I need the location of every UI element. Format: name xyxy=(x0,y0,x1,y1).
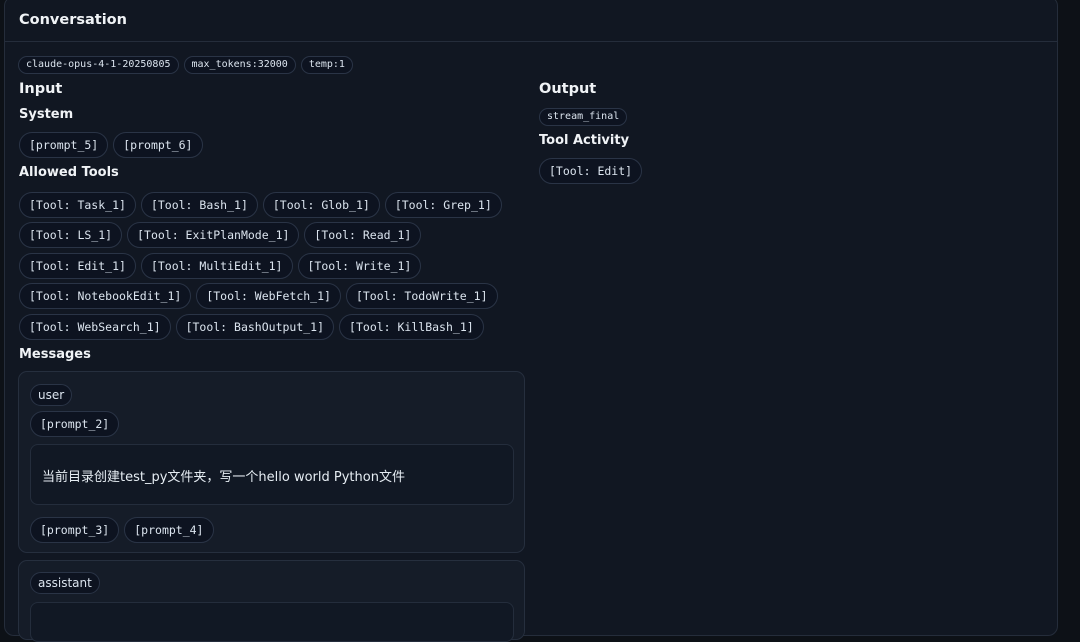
system-prompt-chip[interactable]: [prompt_5] xyxy=(19,132,109,158)
tool-chip-glob[interactable]: [Tool: Glob_1] xyxy=(262,192,380,218)
message-prompt-chip[interactable]: [prompt_4] xyxy=(124,517,214,543)
tools-row: [Tool: NotebookEdit_1] [Tool: WebFetch_1… xyxy=(19,283,498,309)
max-tokens-tag: max_tokens:32000 xyxy=(183,56,296,74)
model-tag: claude-opus-4-1-20250805 xyxy=(18,56,179,74)
message-card-user: user [prompt_2] 当前目录创建test_py文件夹，写一个hell… xyxy=(18,371,525,553)
tools-row: [Tool: Task_1] [Tool: Bash_1] [Tool: Glo… xyxy=(19,192,502,218)
allowed-tools-heading: Allowed Tools xyxy=(19,165,119,180)
system-heading: System xyxy=(19,107,74,122)
tool-chip-notebookedit[interactable]: [Tool: NotebookEdit_1] xyxy=(19,283,192,309)
tools-row: [Tool: WebSearch_1] [Tool: BashOutput_1]… xyxy=(19,314,484,340)
message-card-assistant: assistant xyxy=(18,560,525,642)
tool-chip-exitplanmode[interactable]: [Tool: ExitPlanMode_1] xyxy=(127,222,300,248)
input-heading: Input xyxy=(19,81,63,97)
message-text: 当前目录创建test_py文件夹，写一个hello world Python文件 xyxy=(42,470,405,485)
tool-chip-read[interactable]: [Tool: Read_1] xyxy=(304,222,422,248)
messages-heading: Messages xyxy=(19,347,91,362)
output-heading: Output xyxy=(539,81,597,97)
panel-title: Conversation xyxy=(19,12,127,28)
message-text-box xyxy=(30,602,514,642)
tool-activity-heading: Tool Activity xyxy=(539,133,630,148)
meta-tags: claude-opus-4-1-20250805 max_tokens:3200… xyxy=(18,56,353,74)
role-badge: assistant xyxy=(30,572,100,594)
tool-chip-multiedit[interactable]: [Tool: MultiEdit_1] xyxy=(140,253,293,279)
tool-chip-bash[interactable]: [Tool: Bash_1] xyxy=(140,192,258,218)
tool-chip-task[interactable]: [Tool: Task_1] xyxy=(19,192,136,218)
tool-chip-ls[interactable]: [Tool: LS_1] xyxy=(19,222,123,248)
system-prompts: [prompt_5] [prompt_6] xyxy=(19,132,203,158)
panel-header: Conversation xyxy=(5,0,1057,42)
role-badge: user xyxy=(30,384,73,406)
message-text-box: 当前目录创建test_py文件夹，写一个hello world Python文件 xyxy=(30,444,514,505)
tool-chip-websearch[interactable]: [Tool: WebSearch_1] xyxy=(19,314,171,340)
tool-chip-webfetch[interactable]: [Tool: WebFetch_1] xyxy=(196,283,341,309)
stream-tag: stream_final xyxy=(539,108,628,126)
tool-chip-bashoutput[interactable]: [Tool: BashOutput_1] xyxy=(175,314,335,340)
message-after-prompts: [prompt_3] [prompt_4] xyxy=(30,517,214,543)
tool-chip-write[interactable]: [Tool: Write_1] xyxy=(297,253,422,279)
tools-row: [Tool: Edit_1] [Tool: MultiEdit_1] [Tool… xyxy=(19,253,422,279)
tool-chip-killbash[interactable]: [Tool: KillBash_1] xyxy=(339,314,484,340)
tool-activity-chip[interactable]: [Tool: Edit] xyxy=(539,158,643,184)
tool-chip-edit[interactable]: [Tool: Edit_1] xyxy=(19,253,136,279)
message-prompt-chip[interactable]: [prompt_2] xyxy=(30,411,120,437)
system-prompt-chip[interactable]: [prompt_6] xyxy=(113,132,203,158)
tool-chip-grep[interactable]: [Tool: Grep_1] xyxy=(384,192,502,218)
message-prompt-chip[interactable]: [prompt_3] xyxy=(30,517,120,543)
tools-row: [Tool: LS_1] [Tool: ExitPlanMode_1] [Too… xyxy=(19,222,422,248)
tool-chip-todowrite[interactable]: [Tool: TodoWrite_1] xyxy=(345,283,498,309)
temperature-tag: temp:1 xyxy=(300,56,353,74)
